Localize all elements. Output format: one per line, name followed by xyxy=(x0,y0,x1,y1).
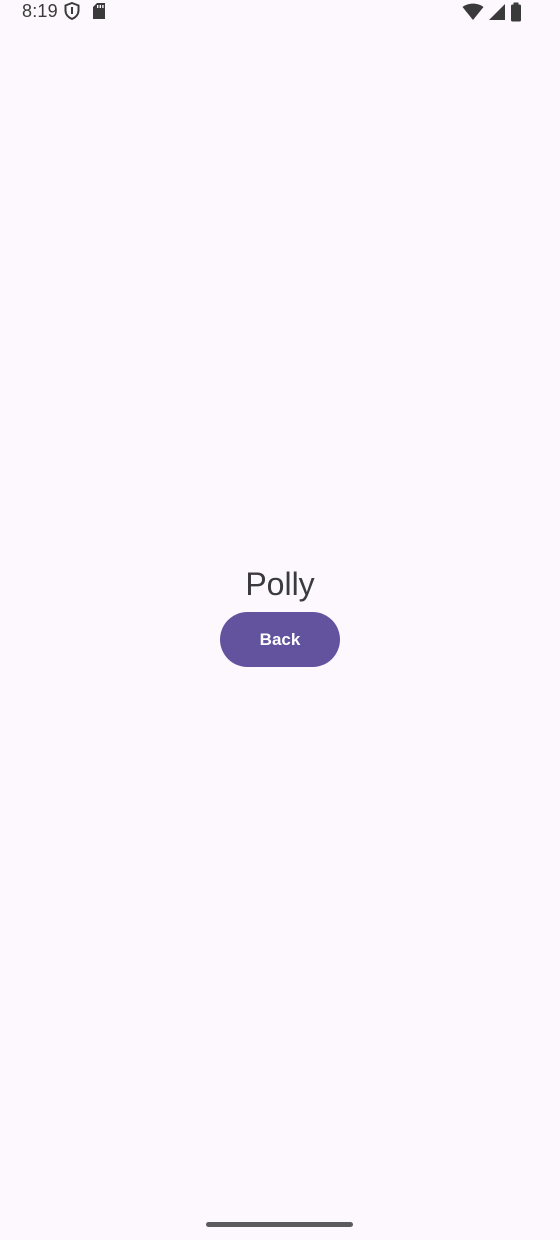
status-time: 8:19 xyxy=(22,1,58,21)
status-left-icons xyxy=(64,2,106,20)
battery-icon xyxy=(510,2,522,22)
shield-icon xyxy=(64,2,80,20)
status-right-icons xyxy=(462,2,522,22)
page-title: Polly xyxy=(245,566,315,602)
wifi-icon xyxy=(462,3,484,21)
back-button[interactable]: Back xyxy=(220,612,340,667)
sd-card-icon xyxy=(92,2,106,20)
status-bar: 8:19 xyxy=(0,0,560,24)
home-indicator[interactable] xyxy=(206,1222,353,1227)
main-content: Polly Back xyxy=(0,562,560,667)
cellular-signal-icon xyxy=(488,3,506,21)
